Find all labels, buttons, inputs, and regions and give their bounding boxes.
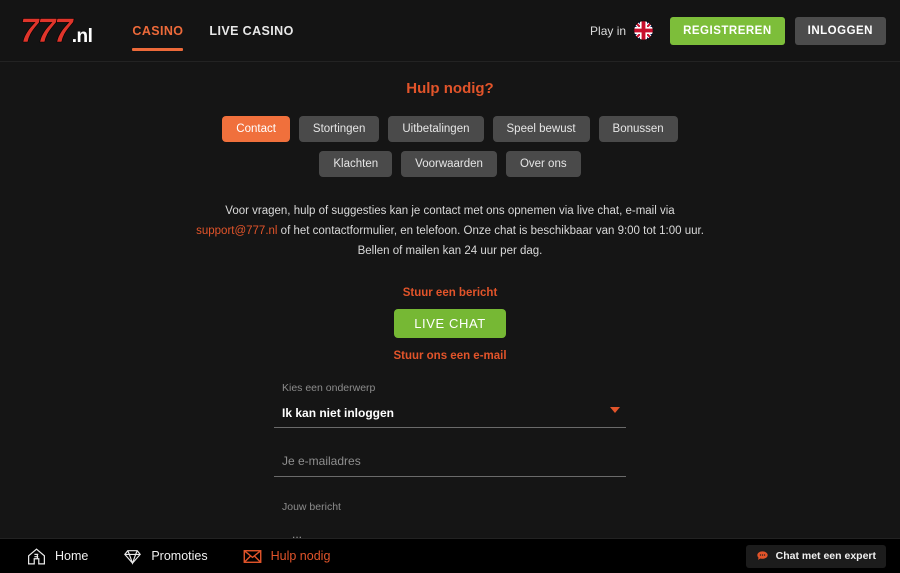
logo-text-main: 777 xyxy=(20,11,73,50)
intro-paragraph: Voor vragen, hulp of suggesties kan je c… xyxy=(190,201,710,261)
tab-over-ons[interactable]: Over ons xyxy=(505,151,581,177)
play-in-label: Play in xyxy=(590,23,627,38)
uk-flag-icon xyxy=(633,20,654,41)
login-button[interactable]: INLOGGEN xyxy=(794,16,886,45)
bottom-nav-promoties-label: Promoties xyxy=(151,549,208,563)
main-content: Hulp nodig? Contact Stortingen Uitbetali… xyxy=(0,62,900,538)
chat-with-expert-widget[interactable]: Chat met een expert xyxy=(745,544,886,568)
contact-form: Kies een onderwerp Ik kan niet inloggen … xyxy=(274,382,626,538)
main-nav: CASINO LIVE CASINO xyxy=(132,0,293,61)
diamond-icon xyxy=(124,549,142,565)
subject-label: Kies een onderwerp xyxy=(282,382,376,395)
bottom-nav-hulp-nodig-label: Hulp nodig xyxy=(270,549,331,563)
site-logo[interactable]: 777 .nl xyxy=(20,11,93,50)
message-field[interactable]: ... xyxy=(274,527,626,538)
tab-speel-bewust[interactable]: Speel bewust xyxy=(492,116,590,142)
header-actions: Play in REGISTREREN INLOGGEN xyxy=(590,16,886,45)
envelope-icon xyxy=(243,549,262,563)
nav-item-live-casino[interactable]: LIVE CASINO xyxy=(209,0,293,61)
subject-select[interactable]: Ik kan niet inloggen xyxy=(274,404,626,429)
email-field[interactable] xyxy=(282,454,618,469)
send-email-link[interactable]: Stuur ons een e-mail xyxy=(0,350,900,362)
live-chat-button[interactable]: LIVE CHAT xyxy=(394,309,506,339)
email-input-wrap[interactable] xyxy=(274,452,626,478)
page-title: Hulp nodig? xyxy=(406,80,494,97)
tab-contact[interactable]: Contact xyxy=(222,116,290,142)
bottom-nav-home[interactable]: Home xyxy=(26,546,88,567)
tab-stortingen[interactable]: Stortingen xyxy=(298,116,380,142)
live-chat-container: LIVE CHAT xyxy=(0,309,900,339)
home-icon xyxy=(28,547,45,564)
register-button[interactable]: REGISTREREN xyxy=(670,16,785,45)
help-tabs-row-1: Contact Stortingen Uitbetalingen Speel b… xyxy=(0,116,900,142)
bottom-nav-hulp-nodig[interactable]: Hulp nodig xyxy=(242,546,331,567)
logo-text-suffix: .nl xyxy=(71,25,93,47)
language-selector[interactable]: Play in xyxy=(590,20,654,41)
chevron-down-icon xyxy=(610,407,620,414)
tab-bonussen[interactable]: Bonussen xyxy=(598,116,678,142)
subject-field-group: Kies een onderwerp Ik kan niet inloggen xyxy=(274,382,626,429)
tab-uitbetalingen[interactable]: Uitbetalingen xyxy=(388,116,484,142)
message-label: Jouw bericht xyxy=(282,501,341,514)
nav-item-casino[interactable]: CASINO xyxy=(132,0,184,61)
bottom-nav-promoties[interactable]: Promoties xyxy=(122,546,208,567)
chat-bubble-icon xyxy=(756,550,768,560)
intro-text-part-2: of het contactformulier, en telefoon. On… xyxy=(277,225,704,258)
top-header: 777 .nl CASINO LIVE CASINO Play in REGIS… xyxy=(0,0,900,62)
nav-item-live-casino-label: LIVE CASINO xyxy=(209,23,294,38)
email-field-group xyxy=(274,452,626,478)
bottom-nav-home-label: Home xyxy=(55,549,89,563)
bottom-nav-bar: Home Promoties Hulp nodig Chat met een e… xyxy=(0,538,900,573)
tab-klachten[interactable]: Klachten xyxy=(319,151,393,177)
message-field-group: Jouw bericht ... xyxy=(274,501,626,538)
send-message-heading: Stuur een bericht xyxy=(402,287,498,300)
subject-selected-value: Ik kan niet inloggen xyxy=(282,406,395,421)
support-email-link[interactable]: support@777.nl xyxy=(196,225,277,237)
help-tabs-row-2: Klachten Voorwaarden Over ons xyxy=(0,151,900,177)
chat-with-expert-label: Chat met een expert xyxy=(775,550,876,562)
nav-item-casino-label: CASINO xyxy=(132,23,184,38)
intro-text-part-1: Voor vragen, hulp of suggesties kan je c… xyxy=(225,205,675,217)
tab-voorwaarden[interactable]: Voorwaarden xyxy=(401,151,497,177)
